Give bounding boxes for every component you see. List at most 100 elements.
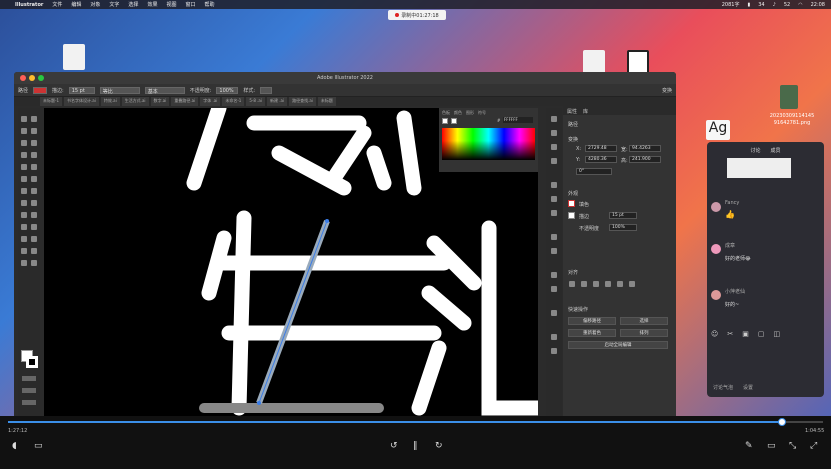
- doc-tab[interactable]: 5-8 .ai: [246, 97, 265, 106]
- chat-tab-discuss[interactable]: 讨论: [750, 147, 760, 154]
- align-center-icon[interactable]: [581, 281, 587, 287]
- slice-tool-icon[interactable]: [31, 248, 37, 254]
- doc-tab[interactable]: 特效.ai: [100, 97, 120, 106]
- perspective-grid-tool-icon[interactable]: [31, 200, 37, 206]
- draw-mode-buttons[interactable]: [22, 388, 36, 393]
- doc-tab[interactable]: 数字.ai: [150, 97, 170, 106]
- variable-width-profile[interactable]: 等比: [99, 86, 140, 95]
- recording-indicator[interactable]: 录制中01:27:18: [388, 10, 446, 20]
- transform-link[interactable]: 变换: [662, 87, 672, 94]
- menubar-item[interactable]: 效果: [147, 1, 157, 8]
- hex-input[interactable]: FFFFFF: [503, 117, 533, 123]
- rotation-field[interactable]: 0°: [576, 168, 612, 175]
- style-swatch[interactable]: [260, 86, 273, 94]
- opacity-field[interactable]: 100%: [216, 86, 239, 94]
- align-middle-icon[interactable]: [617, 281, 623, 287]
- color-panel-icon[interactable]: [551, 144, 557, 150]
- volume-icon[interactable]: ◖: [12, 441, 17, 451]
- zoom-tool-icon[interactable]: [31, 260, 37, 266]
- menubar-item[interactable]: 编辑: [71, 1, 81, 8]
- doc-tab[interactable]: 路径查找.ai: [289, 97, 316, 106]
- color-mode-buttons[interactable]: [22, 376, 36, 381]
- menubar-item[interactable]: 窗口: [185, 1, 195, 8]
- layers-panel-icon[interactable]: [551, 116, 557, 122]
- align-right-icon[interactable]: [593, 281, 599, 287]
- progress-track[interactable]: [8, 421, 823, 423]
- color-panel-tab[interactable]: 色板: [442, 110, 450, 116]
- stroke-indicator[interactable]: [451, 118, 457, 124]
- menubar-item[interactable]: 视图: [166, 1, 176, 8]
- pencil-tool-icon[interactable]: [21, 164, 27, 170]
- width-tool-icon[interactable]: [21, 188, 27, 194]
- paintbrush-tool-icon[interactable]: [31, 152, 37, 158]
- stroke-panel-icon[interactable]: [551, 182, 557, 188]
- line-tool-icon[interactable]: [31, 140, 37, 146]
- doc-tab[interactable]: 未标题: [317, 97, 336, 106]
- rotate-tool-icon[interactable]: [21, 176, 27, 182]
- chat-tab-members[interactable]: 成员: [771, 147, 781, 154]
- forward-icon[interactable]: ↻: [435, 441, 443, 451]
- gradient-tool-icon[interactable]: [31, 212, 37, 218]
- subtitle-icon[interactable]: ▭: [34, 441, 43, 451]
- chat-bubble-toggle[interactable]: 讨论气泡: [713, 384, 733, 391]
- curvature-tool-icon[interactable]: [31, 128, 37, 134]
- arrange-button[interactable]: 排列: [620, 329, 668, 337]
- emoji-icon[interactable]: ☺: [711, 330, 718, 338]
- pen-icon[interactable]: ✎: [745, 441, 753, 451]
- select-button[interactable]: 选择: [620, 317, 668, 325]
- properties-tab[interactable]: 属性: [567, 108, 577, 115]
- menubar-item[interactable]: 对象: [90, 1, 100, 8]
- menubar-item[interactable]: 文字: [109, 1, 119, 8]
- opacity-field[interactable]: 100%: [609, 224, 637, 231]
- menubar-item[interactable]: 选择: [128, 1, 138, 8]
- artboard-tool-icon[interactable]: [21, 248, 27, 254]
- shape-builder-tool-icon[interactable]: [21, 200, 27, 206]
- desktop-image-thumbnail[interactable]: [780, 85, 798, 109]
- recolor-button[interactable]: 重新着色: [568, 329, 616, 337]
- color-panel-tab[interactable]: 图形: [466, 110, 474, 116]
- gradient-panel-icon[interactable]: [551, 196, 557, 202]
- libraries-tab[interactable]: 库: [583, 108, 588, 115]
- offset-path-button[interactable]: 偏移路径: [568, 317, 616, 325]
- image-icon[interactable]: ▣: [742, 330, 749, 338]
- brushes-panel-icon[interactable]: [551, 286, 557, 292]
- color-panel-tab[interactable]: 符号: [478, 110, 486, 116]
- type-tool-icon[interactable]: [21, 140, 27, 146]
- shared-image-thumbnail[interactable]: [727, 158, 791, 178]
- pause-icon[interactable]: ‖: [413, 441, 418, 451]
- global-edit-button[interactable]: 启动全局编辑: [568, 341, 668, 349]
- stroke-weight-field[interactable]: 15 pt: [68, 86, 95, 94]
- eraser-tool-icon[interactable]: [31, 164, 37, 170]
- graphic-styles-panel-icon[interactable]: [551, 248, 557, 254]
- screenshot-icon[interactable]: ▢: [758, 330, 765, 338]
- free-transform-tool-icon[interactable]: [31, 188, 37, 194]
- rewind-icon[interactable]: ↺: [390, 441, 398, 451]
- doc-tab[interactable]: 新建 .ai: [266, 97, 288, 106]
- color-spectrum[interactable]: [442, 128, 535, 160]
- scale-tool-icon[interactable]: [31, 176, 37, 182]
- mesh-tool-icon[interactable]: [21, 212, 27, 218]
- scissors-icon[interactable]: ✂: [727, 330, 733, 338]
- pen-tool-icon[interactable]: [21, 128, 27, 134]
- fill-none-swatch[interactable]: [568, 200, 575, 207]
- doc-tab[interactable]: 生活方式.ai: [121, 97, 149, 106]
- hand-tool-icon[interactable]: [21, 260, 27, 266]
- fill-indicator[interactable]: [442, 118, 448, 124]
- chat-bubble-icon[interactable]: ◫: [773, 330, 780, 338]
- stroke-weight-field[interactable]: 15 pt: [609, 212, 637, 219]
- symbols-panel-icon[interactable]: [551, 272, 557, 278]
- desktop-font-file-icon[interactable]: Ag: [706, 120, 730, 140]
- brush-definition[interactable]: 基本: [144, 86, 185, 95]
- doc-tab[interactable]: 未命名-1: [222, 97, 245, 106]
- collapse-icon[interactable]: ⤡: [789, 441, 796, 451]
- height-field[interactable]: 241.900: [629, 156, 661, 163]
- picture-in-picture-icon[interactable]: ▭: [767, 441, 776, 451]
- transparency-panel-icon[interactable]: [551, 210, 557, 216]
- stroke-color-box[interactable]: [26, 356, 38, 368]
- graph-tool-icon[interactable]: [31, 236, 37, 242]
- stroke-swatch[interactable]: [568, 212, 575, 219]
- align-left-icon[interactable]: [569, 281, 575, 287]
- fill-swatch[interactable]: [33, 86, 48, 94]
- doc-tab[interactable]: 书名字体设计.ai: [64, 97, 99, 106]
- desktop-document-icon[interactable]: [63, 44, 85, 70]
